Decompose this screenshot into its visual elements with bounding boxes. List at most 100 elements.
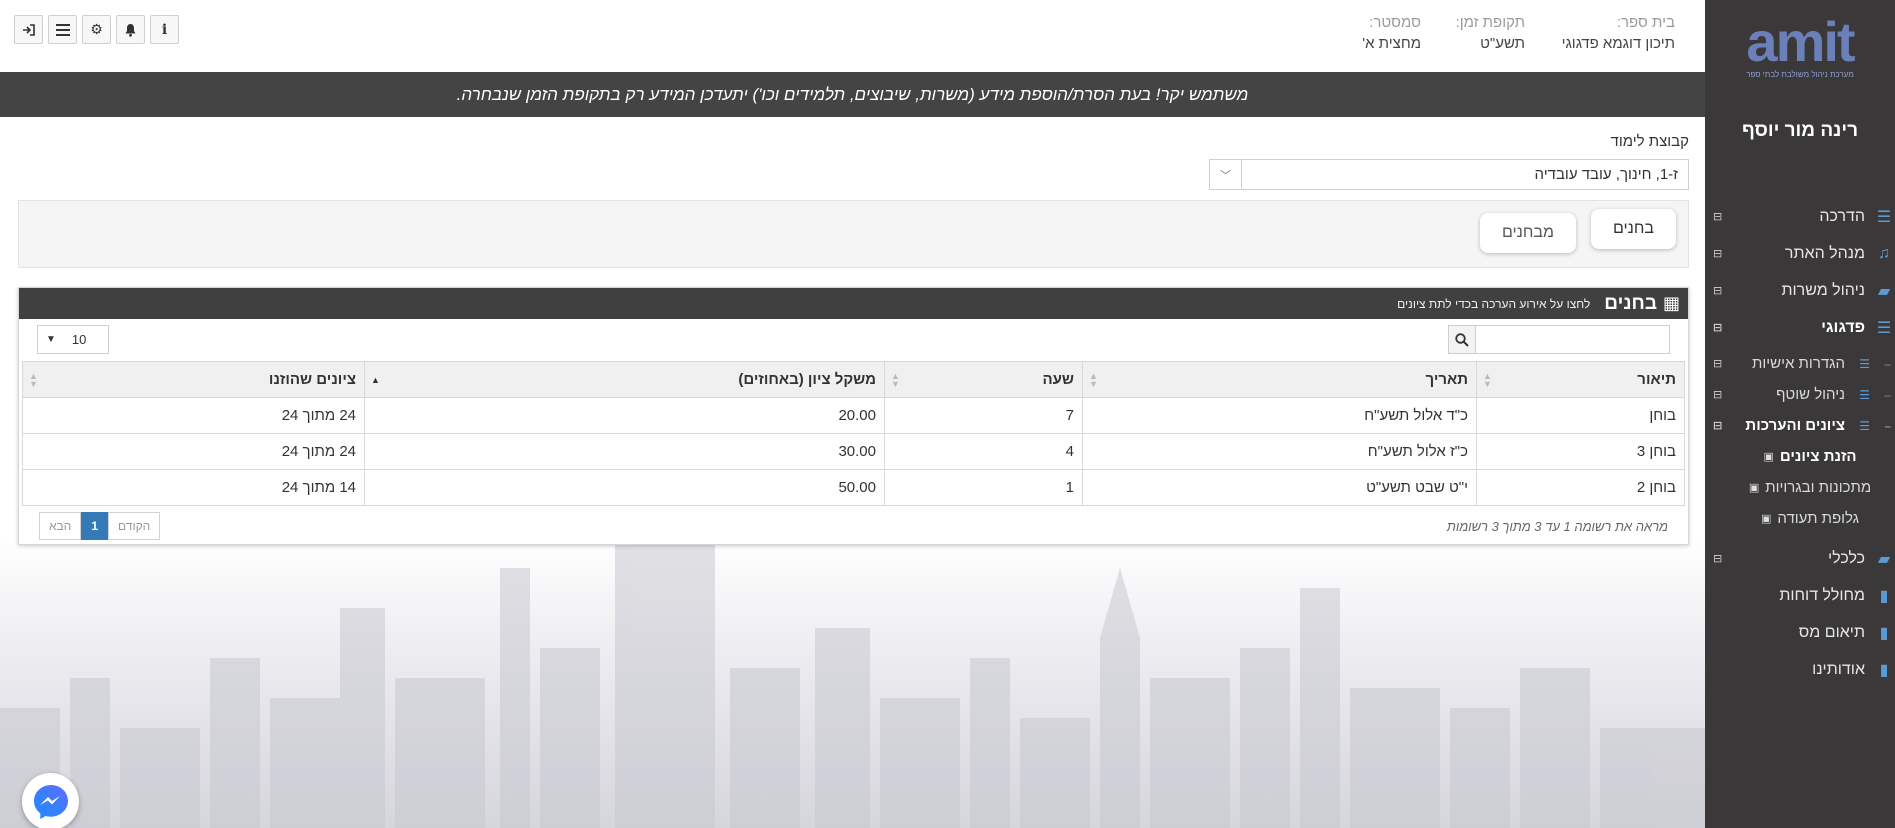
cell-hour: 7 <box>884 397 1083 434</box>
book-icon: ▣ <box>1760 513 1772 525</box>
book-icon: ▣ <box>1748 482 1760 494</box>
sidebar-item-report-generator[interactable]: ▮ מחולל דוחות <box>1705 577 1895 614</box>
tab-quizzes[interactable]: בחנים <box>1590 209 1676 249</box>
column-header-hour[interactable]: שעה ▲ ▼ <box>884 361 1083 398</box>
pagination: הבא 1 הקודם <box>39 512 161 540</box>
card-title: בחנים <box>1604 292 1657 314</box>
list-icon: ☰ <box>1876 208 1892 226</box>
book-icon: ▰ <box>1877 282 1891 300</box>
cell-weight: 30.00 <box>364 433 885 470</box>
collapse-icon[interactable]: ⊟ <box>1713 321 1722 334</box>
column-header-weight[interactable]: משקל ציון (באחוזים) ▲ <box>364 361 885 398</box>
top-header: בית ספר: תיכון דוגמא פדגוגי תקופת זמן: ת… <box>0 0 1705 72</box>
notifications-button[interactable] <box>116 15 145 44</box>
sidebar-item-guidance[interactable]: ☰ הדרכה ⊟ <box>1705 198 1895 235</box>
sidebar-item-about[interactable]: ▮ אודותינו <box>1705 651 1895 688</box>
search-button[interactable] <box>1449 326 1476 353</box>
menu-icon <box>55 23 70 36</box>
cell-description: בוחן 3 <box>1476 433 1685 470</box>
table-controls: ▼ 10 <box>19 319 1688 361</box>
sidebar-subitem-label: ציונים והערכות <box>1745 417 1845 434</box>
cell-grades-entered: 24 מתוך 24 <box>22 433 365 470</box>
cell-hour: 4 <box>884 433 1083 470</box>
book-icon: ▰ <box>1877 550 1891 568</box>
sidebar-item-site-admin[interactable]: ♫ מנהל האתר ⊟ <box>1705 235 1895 272</box>
expand-icon[interactable]: ⊟ <box>1713 552 1722 565</box>
cell-weight: 20.00 <box>364 397 885 434</box>
search-input[interactable] <box>1476 326 1669 353</box>
expand-icon[interactable]: ⊟ <box>1713 210 1722 223</box>
sidebar-subitem-ongoing[interactable]: – ☰ ניהול שוטף ⊟ <box>1705 379 1895 410</box>
expand-icon[interactable]: ⊟ <box>1713 357 1722 370</box>
school-info: בית ספר: תיכון דוגמא פדגוגי <box>1562 14 1675 52</box>
previous-page-button[interactable]: הקודם <box>108 512 161 540</box>
expand-icon[interactable]: ⊟ <box>1713 388 1722 401</box>
sidebar-item-label: מחולל דוחות <box>1779 586 1865 604</box>
header-toolbar: ⚙ i <box>14 15 184 44</box>
quizzes-table: תיאור ▲ ▼ תאריך ▲ ▼ שעה ▲ ▼ משקל ציון (באחוזים… <box>22 361 1685 506</box>
messenger-chat-button[interactable] <box>22 773 79 828</box>
table-row[interactable]: בוחן 3 כ"ז אלול תשע"ח 4 30.00 24 מתוך 24 <box>22 433 1685 470</box>
column-header-description[interactable]: תיאור ▲ ▼ <box>1476 361 1685 398</box>
info-button[interactable]: i <box>150 15 179 44</box>
sidebar-leaf-enter-grades[interactable]: הזנת ציונים ▣ <box>1705 441 1895 472</box>
list-icon: ☰ <box>1859 418 1870 433</box>
sidebar-subitem-grades[interactable]: – ☰ ציונים והערכות ⊟ <box>1705 410 1895 441</box>
sidebar-item-label: אודותינו <box>1812 660 1865 678</box>
tabs-panel: בחנים מבחנים <box>18 200 1689 268</box>
cell-grades-entered: 24 מתוך 24 <box>22 397 365 434</box>
table-header-row: תיאור ▲ ▼ תאריך ▲ ▼ שעה ▲ ▼ משקל ציון (באחוזים… <box>22 361 1685 398</box>
sidebar-leaf-label: הזנת ציונים <box>1779 448 1857 465</box>
settings-button[interactable]: ⚙ <box>82 15 111 44</box>
sort-icon: ▲ ▼ <box>29 371 38 389</box>
calendar-icon: ▦ <box>1662 293 1680 313</box>
sidebar-item-tax[interactable]: ▮ תיאום מס <box>1705 614 1895 651</box>
study-group-value: ז-1, חינוך, עובד עובדיה <box>1534 166 1678 183</box>
folder-icon: ▮ <box>1879 587 1889 605</box>
sort-icon: ▲ ▼ <box>1483 371 1492 389</box>
sort-icon: ▲ ▼ <box>891 371 900 389</box>
semester-label: סמסטר: <box>1369 14 1421 31</box>
page-size-value: 10 <box>71 332 87 347</box>
sidebar-item-positions[interactable]: ▰ ניהול משרות ⊟ <box>1705 272 1895 309</box>
cell-date: כ"ד אלול תשע"ח <box>1082 397 1477 434</box>
cell-date: כ"ז אלול תשע"ח <box>1082 433 1477 470</box>
info-icon: i <box>161 21 168 38</box>
sidebar-item-economic[interactable]: ▰ כלכלי ⊟ <box>1705 540 1895 577</box>
semester-info: סמסטר: מחצית א' <box>1362 14 1421 52</box>
music-icon: ♫ <box>1878 244 1890 262</box>
expand-icon[interactable]: ⊟ <box>1713 284 1722 297</box>
sidebar-leaf-certificate[interactable]: גלופת תעודה ▣ <box>1705 503 1895 534</box>
logout-button[interactable] <box>14 15 43 44</box>
sidebar-item-label: ניהול משרות <box>1781 281 1865 299</box>
expand-icon[interactable]: ⊟ <box>1713 247 1722 260</box>
search-icon <box>1455 332 1469 347</box>
next-page-button[interactable]: הבא <box>39 512 82 540</box>
book-icon: ▣ <box>1763 451 1774 463</box>
list-icon: ☰ <box>1859 356 1870 371</box>
column-header-date[interactable]: תאריך ▲ ▼ <box>1082 361 1477 398</box>
sidebar-subitem-personal-settings[interactable]: – ☰ הגדרות אישיות ⊟ <box>1705 348 1895 379</box>
logo[interactable]: amit מערכת ניהול משולבת לבתי ספר <box>1705 0 1895 118</box>
sidebar-item-pedagogic[interactable]: ☰ פדגוגי ⊟ <box>1705 309 1895 346</box>
table-row[interactable]: בוחן 2 י"ט שבט תשע"ט 1 50.00 14 מתוך 24 <box>22 469 1685 506</box>
tab-exams[interactable]: מבחנים <box>1479 213 1576 253</box>
sidebar-leaf-label: גלופת תעודה <box>1777 510 1860 527</box>
user-name[interactable]: רינה מור יוסף <box>1705 120 1895 198</box>
list-icon: ☰ <box>1859 387 1870 402</box>
study-group-select[interactable]: ז-1, חינוך, עובד עובדיה ﹀ <box>1209 159 1689 190</box>
sidebar-item-label: כלכלי <box>1828 549 1865 567</box>
page-1-button[interactable]: 1 <box>81 512 109 540</box>
menu-button[interactable] <box>48 15 77 44</box>
folder-icon: ▮ <box>1879 624 1889 642</box>
page-size-select[interactable]: ▼ 10 <box>37 325 109 354</box>
collapse-icon[interactable]: ⊟ <box>1713 419 1722 432</box>
table-row[interactable]: בוחן כ"ד אלול תשע"ח 7 20.00 24 מתוך 24 <box>22 397 1685 434</box>
sort-icon: ▲ ▼ <box>1089 371 1098 389</box>
chevron-down-icon[interactable]: ﹀ <box>1210 160 1242 189</box>
sidebar-leaf-exams[interactable]: מתכונות ובגרויות ▣ <box>1705 472 1895 503</box>
logo-text: amit <box>1746 10 1855 73</box>
sidebar-item-label: פדגוגי <box>1821 318 1865 336</box>
column-header-grades-entered[interactable]: ציונים שהוזנו ▲ ▼ <box>22 361 365 398</box>
semester-value: מחצית א' <box>1362 35 1421 52</box>
